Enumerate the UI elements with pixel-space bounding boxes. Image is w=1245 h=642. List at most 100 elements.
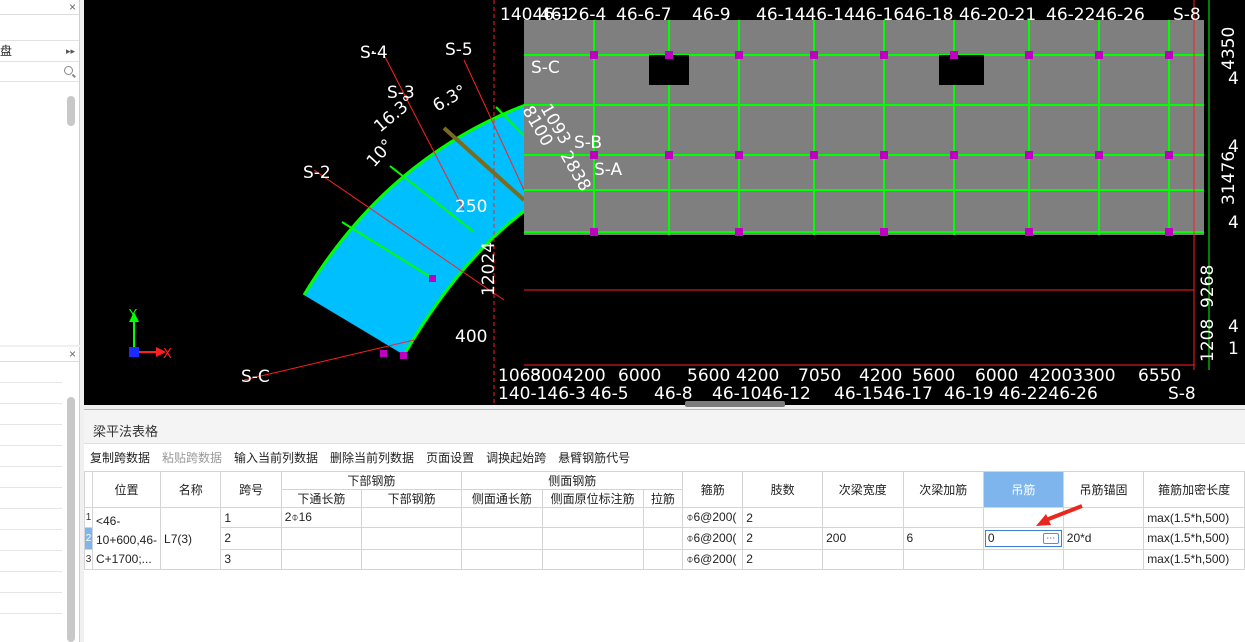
- cell-sec-beam-width[interactable]: 200: [822, 527, 904, 550]
- table-row[interactable]: 3 3 ⌽6@200( 2 max(1.5*h,500): [84, 548, 1245, 571]
- cell-bottom-bar[interactable]: [361, 506, 463, 529]
- list-row[interactable]: [0, 424, 62, 425]
- drive-list-item[interactable]: 盘 ▸▸: [0, 40, 79, 62]
- cell-sec-beam-width[interactable]: [822, 548, 904, 571]
- list-row[interactable]: [0, 613, 62, 614]
- close-icon[interactable]: ×: [69, 347, 76, 361]
- list-row[interactable]: [0, 529, 62, 530]
- cell-hanger[interactable]: [982, 548, 1064, 571]
- list-row[interactable]: [0, 592, 62, 593]
- list-row[interactable]: [0, 382, 62, 383]
- hanger-edit-input[interactable]: 0 ⋯: [984, 529, 1062, 547]
- cell-bottom-bar[interactable]: [361, 527, 463, 550]
- input-column-data-button[interactable]: 输入当前列数据: [234, 449, 318, 467]
- cell-legs[interactable]: 2: [742, 527, 824, 550]
- search-icon[interactable]: [64, 66, 73, 75]
- delete-column-data-button[interactable]: 删除当前列数据: [330, 449, 414, 467]
- axis-label: S-4: [360, 43, 388, 63]
- cell-side-original[interactable]: [541, 506, 644, 529]
- cell-stirrup[interactable]: ⌽6@200(: [682, 506, 744, 529]
- cell-sec-beam-bar[interactable]: [902, 548, 984, 571]
- cell-span[interactable]: 2: [220, 527, 282, 550]
- cell-legs[interactable]: 2: [742, 548, 824, 571]
- cell-span[interactable]: 3: [220, 548, 282, 571]
- list-row[interactable]: [0, 550, 62, 551]
- cell-side-through[interactable]: [461, 506, 543, 529]
- list-row[interactable]: [0, 403, 62, 404]
- drive-item-label: 盘: [0, 44, 13, 58]
- cell-hanger-anchor[interactable]: [1062, 548, 1145, 571]
- col-header-stirrup[interactable]: 箍筋: [682, 471, 744, 508]
- close-icon[interactable]: ×: [69, 0, 76, 14]
- cell-dense-length[interactable]: max(1.5*h,500): [1143, 548, 1245, 571]
- col-header-bottom-through[interactable]: 下通长筋: [280, 489, 363, 508]
- cell-sec-beam-width[interactable]: [822, 506, 904, 529]
- col-header-sec-beam-width[interactable]: 次梁宽度: [822, 471, 904, 508]
- col-header-sec-beam-bar[interactable]: 次梁加筋: [902, 471, 984, 508]
- cell-side-original[interactable]: [541, 548, 644, 571]
- cell-stirrup[interactable]: ⌽6@200(: [682, 548, 744, 571]
- cell-tie[interactable]: [642, 527, 684, 550]
- cell-sec-beam-bar[interactable]: 6: [902, 527, 984, 550]
- cell-side-through[interactable]: [461, 548, 543, 571]
- col-header-legs[interactable]: 肢数: [742, 471, 824, 508]
- cell-side-original[interactable]: [541, 527, 644, 550]
- cell-bottom-through[interactable]: [280, 548, 363, 571]
- axis-label: 46-19: [944, 384, 993, 404]
- cell-stirrup[interactable]: ⌽6@200(: [682, 527, 744, 550]
- col-header-name[interactable]: 名称: [160, 471, 222, 508]
- copy-span-data-button[interactable]: 复制跨数据: [90, 449, 150, 467]
- ellipsis-button[interactable]: ⋯: [1042, 532, 1059, 544]
- cell-bottom-through[interactable]: 2⌽16: [280, 506, 363, 529]
- left-panel-bottom: ×: [0, 347, 80, 642]
- swap-start-span-button[interactable]: 调换起始跨: [486, 449, 546, 467]
- cell-tie[interactable]: [642, 548, 684, 571]
- search-box[interactable]: [0, 64, 79, 82]
- cell-hanger[interactable]: [982, 506, 1064, 529]
- paste-span-data-button[interactable]: 粘贴跨数据: [162, 449, 222, 467]
- col-header-position[interactable]: 位置: [91, 471, 162, 508]
- cell-bottom-through[interactable]: [280, 527, 363, 550]
- cad-drawing-canvas[interactable]: S-4 S-5 S-3 S-2 S-C S-C S-B S-A 16.3° 6.…: [84, 0, 1245, 405]
- row-number[interactable]: 2: [84, 527, 93, 550]
- cell-bottom-bar[interactable]: [361, 548, 463, 571]
- list-row[interactable]: [0, 445, 62, 446]
- cell-position[interactable]: <46-10+600,46-C+1700;...: [91, 507, 162, 570]
- col-header-hanger-anchor[interactable]: 吊筋锚固: [1062, 471, 1145, 508]
- table-row[interactable]: 1 <46-10+600,46-C+1700;... L7(3) 1 2⌽16 …: [84, 506, 1245, 570]
- cell-tie[interactable]: [642, 506, 684, 529]
- dim-label: 5600: [912, 366, 955, 386]
- list-row[interactable]: [0, 571, 62, 572]
- cantilever-bar-code-button[interactable]: 悬臂钢筋代号: [558, 449, 630, 467]
- col-header-bottom-bar[interactable]: 下部钢筋: [361, 489, 463, 508]
- expand-arrow-icon[interactable]: ▸▸: [66, 41, 75, 61]
- row-number[interactable]: 1: [84, 506, 93, 529]
- row-number[interactable]: 3: [84, 548, 93, 571]
- cell-hanger-anchor[interactable]: [1062, 506, 1145, 529]
- cell-side-through[interactable]: [461, 527, 543, 550]
- col-header-hanger[interactable]: 吊筋: [982, 471, 1064, 508]
- cell-span[interactable]: 1: [220, 506, 282, 529]
- hanger-edit-value[interactable]: 0: [986, 531, 1043, 545]
- axis-label: 46-5: [590, 384, 629, 404]
- table-row[interactable]: 2 2 ⌽6@200( 2 200 6 0 ⋯ 20*d max(1.5*h,5…: [84, 527, 1245, 550]
- cell-dense-length[interactable]: max(1.5*h,500): [1143, 506, 1245, 529]
- list-row[interactable]: [0, 466, 62, 467]
- cell-dense-length[interactable]: max(1.5*h,500): [1143, 527, 1245, 550]
- col-header-tie[interactable]: 拉筋: [642, 489, 684, 508]
- cell-hanger-anchor[interactable]: 20*d: [1062, 527, 1145, 550]
- scrollbar-thumb[interactable]: [67, 96, 75, 126]
- cell-sec-beam-bar[interactable]: [902, 506, 984, 529]
- col-header-dense-length[interactable]: 箍筋加密长度: [1143, 471, 1245, 508]
- page-setup-button[interactable]: 页面设置: [426, 449, 474, 467]
- list-row[interactable]: [0, 487, 62, 488]
- splitter-handle[interactable]: [685, 401, 785, 407]
- cell-hanger-editing[interactable]: 0 ⋯: [982, 527, 1064, 550]
- list-row[interactable]: [0, 508, 62, 509]
- col-header-side-through[interactable]: 侧面通长筋: [461, 489, 543, 508]
- cell-name[interactable]: L7(3): [160, 507, 222, 570]
- col-header-side-original[interactable]: 侧面原位标注筋: [541, 489, 644, 508]
- col-header-span[interactable]: 跨号: [220, 471, 282, 508]
- cell-legs[interactable]: 2: [742, 506, 824, 529]
- scrollbar-thumb[interactable]: [67, 397, 75, 642]
